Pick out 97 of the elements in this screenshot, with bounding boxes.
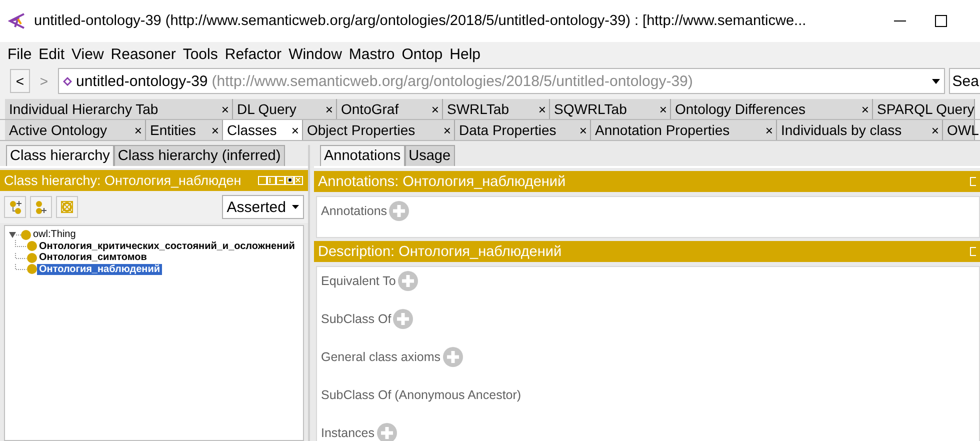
tab[interactable]: SWRLTab ×: [443, 99, 550, 119]
tab-label: Classes: [227, 122, 277, 138]
add-sibling-icon: [34, 200, 48, 214]
close-tab-button[interactable]: ×: [325, 102, 333, 116]
tab[interactable]: Entities ×: [146, 120, 223, 140]
tab-label: Individuals by class: [781, 122, 902, 138]
close-tab-button[interactable]: ×: [861, 102, 869, 116]
add-icon[interactable]: [389, 201, 410, 221]
delete-class-icon: [60, 200, 74, 214]
tree-item[interactable]: owl:Thing: [31, 229, 78, 240]
add-icon[interactable]: [398, 271, 418, 291]
app-logo-icon: [8, 13, 26, 29]
close-tab-button[interactable]: ×: [931, 122, 939, 138]
close-tab-button[interactable]: ×: [431, 102, 439, 116]
tab[interactable]: Class hierarchy: [6, 145, 114, 166]
menu-item[interactable]: Refactor: [221, 46, 286, 62]
view-control-icon[interactable]: [970, 177, 976, 186]
close-tab-button[interactable]: ×: [291, 122, 299, 138]
close-tab-button[interactable]: ×: [443, 122, 451, 138]
tab[interactable]: Annotation Properties ×: [591, 120, 777, 140]
maximize-icon[interactable]: [935, 15, 947, 27]
section-title: Annotations: Онтология_наблюдений: [318, 174, 566, 190]
ontology-selector[interactable]: untitled-ontology-39 (http://www.semanticweb.org/arg/ontologies/2018/5/untitled-ontology-39): [58, 68, 946, 94]
field-label: Instances: [321, 426, 375, 440]
tab[interactable]: Annotations: [320, 145, 405, 166]
add-icon[interactable]: [393, 309, 414, 329]
tab[interactable]: Classes ×: [223, 120, 303, 140]
tab-label: Data Properties: [459, 122, 556, 138]
menu-item[interactable]: Window: [285, 46, 346, 62]
field-label: General class axioms: [321, 350, 440, 364]
tab-label: Individual Hierarchy Tab: [9, 101, 158, 117]
dropdown-caret-icon: [292, 205, 299, 209]
tab[interactable]: Object Properties ×: [303, 120, 455, 140]
tab-label: Ontology Differences: [675, 101, 806, 117]
add-subclass-icon: [8, 200, 22, 214]
tab-label: OntoGraf: [341, 101, 399, 117]
tab-label: Object Properties: [307, 122, 416, 138]
tab-label: Entities: [150, 122, 196, 138]
close-tab-button[interactable]: ×: [134, 122, 142, 138]
field-label: SubClass Of (Anonymous Ancestor): [321, 388, 522, 402]
menu-item[interactable]: Ontop: [398, 46, 446, 62]
tab[interactable]: Usage: [404, 145, 455, 166]
close-tab-button[interactable]: ×: [211, 122, 219, 138]
ontology-icon: [63, 76, 72, 86]
collapse-icon[interactable]: [9, 230, 21, 239]
menu-item[interactable]: Reasoner: [107, 46, 180, 62]
add-icon[interactable]: [376, 423, 397, 441]
menu-item[interactable]: Mastro: [345, 46, 398, 62]
back-button[interactable]: <: [10, 69, 30, 93]
window-title: untitled-ontology-39 (http://www.semanticweb.org/arg/ontologies/2018/5/untitled-ontology-39) : [http://www.semanticwe...: [34, 13, 808, 29]
dropdown-caret-icon: [932, 78, 940, 84]
tab[interactable]: SPARQL Query: [873, 99, 975, 119]
tab[interactable]: OntoGraf ×: [337, 99, 443, 119]
field-label: Equivalent To: [321, 274, 396, 288]
close-tab-button[interactable]: ×: [538, 102, 546, 116]
tab[interactable]: SQWRLTab ×: [550, 99, 671, 119]
menu-item[interactable]: Help: [446, 46, 484, 62]
tab-label: DL Query: [237, 101, 296, 117]
tab-label: SPARQL Query: [877, 101, 974, 117]
menu-item[interactable]: View: [68, 46, 108, 62]
section-title: Description: Онтология_наблюдений: [318, 244, 562, 260]
view-controls-icon[interactable]: [258, 176, 304, 185]
close-tab-button[interactable]: ×: [765, 122, 773, 138]
menu-item[interactable]: Tools: [179, 46, 222, 62]
panel-title: Class hierarchy: Онтология_наблюден: [4, 173, 242, 188]
class-icon: [27, 264, 37, 274]
menu-item[interactable]: Edit: [35, 46, 68, 62]
tab-label: Active Ontology: [9, 122, 108, 138]
add-subclass-button[interactable]: [4, 196, 26, 218]
tab[interactable]: Ontology Differences ×: [671, 99, 873, 119]
tab[interactable]: Data Properties ×: [455, 120, 591, 140]
tree-item[interactable]: Онтология_критических_состояний_и_осложнений: [37, 240, 297, 252]
add-sibling-button[interactable]: [30, 196, 52, 218]
tab[interactable]: Active Ontology ×: [5, 120, 146, 140]
tree-item[interactable]: Онтология_наблюдений: [37, 264, 162, 275]
class-icon: [27, 241, 37, 252]
menu-item[interactable]: File: [4, 46, 36, 62]
tree-item[interactable]: Онтология_симтомов: [37, 252, 149, 264]
tab-label: Annotation Properties: [595, 122, 730, 138]
add-icon[interactable]: [442, 347, 462, 367]
field-label: SubClass Of: [321, 312, 392, 326]
tab[interactable]: Individual Hierarchy Tab ×: [5, 99, 233, 119]
class-icon: [21, 230, 31, 240]
class-icon: [27, 252, 37, 263]
delete-class-button[interactable]: [56, 196, 78, 218]
close-tab-button[interactable]: ×: [579, 122, 587, 138]
tab-label: SQWRLTab: [554, 101, 627, 117]
view-control-icon[interactable]: [970, 247, 976, 256]
tab[interactable]: DL Query ×: [233, 99, 337, 119]
mode-dropdown[interactable]: Asserted: [222, 195, 304, 219]
close-tab-button[interactable]: ×: [221, 102, 229, 116]
tab[interactable]: Class hierarchy (inferred): [114, 145, 285, 166]
tab[interactable]: Individuals by class ×: [777, 120, 943, 140]
tab-label: SWRLTab: [447, 101, 509, 117]
field-label: Annotations: [321, 204, 388, 218]
close-tab-button[interactable]: ×: [659, 102, 667, 116]
search-button[interactable]: Sea: [949, 68, 980, 94]
